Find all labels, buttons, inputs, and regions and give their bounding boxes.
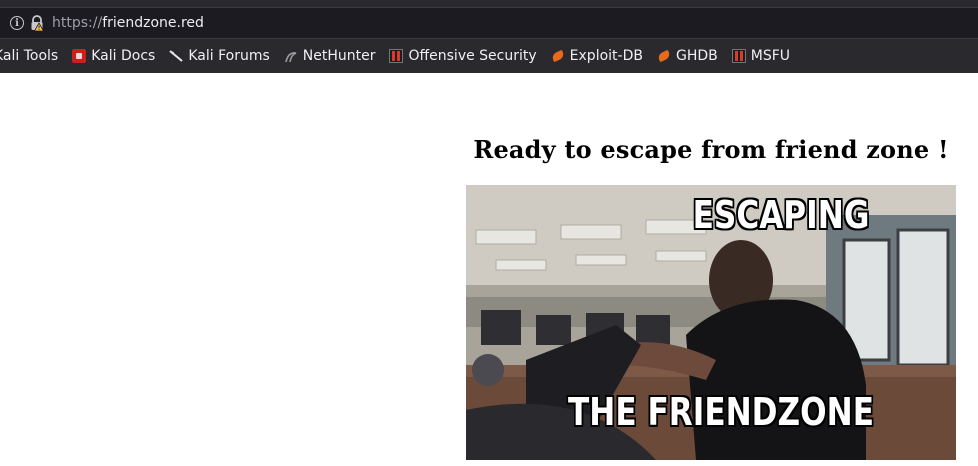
lock-warning-icon[interactable] [30,15,44,31]
exploit-db-icon [551,49,565,63]
bookmark-kali-docs[interactable]: Kali Docs [72,43,155,69]
bookmark-label: Kali Docs [91,48,156,64]
kali-forums-icon [169,49,183,63]
offsec-icon [389,49,404,63]
bookmark-label: NetHunter [302,48,376,64]
bookmark-msfu[interactable]: MSFU [731,43,790,69]
nethunter-icon [284,49,298,63]
url-scheme: https:// [52,15,103,31]
bookmark-offensive-security[interactable]: Offensive Security [389,43,537,69]
address-bar[interactable]: i https://friendzone.red [0,7,978,39]
bookmark-kali-forums[interactable]: Kali Forums [169,43,270,69]
bookmark-ghdb[interactable]: GHDB [657,43,718,69]
ghdb-icon [657,49,671,63]
meme-bottom-caption: THE FRIENDZONE [567,390,875,434]
kali-docs-icon [72,49,87,63]
bookmark-exploit-db[interactable]: Exploit-DB [551,43,643,69]
browser-chrome: i https://friendzone.red Kali Tools Kali… [0,0,978,73]
url-text[interactable]: https://friendzone.red [52,15,204,31]
bookmark-kali-tools[interactable]: Kali Tools [0,43,58,69]
meme-image: ESCAPING THE FRIENDZONE [466,185,956,460]
bookmark-label: Kali Tools [0,48,59,64]
url-host: friendzone.red [102,15,204,31]
page-headline: Ready to escape from friend zone ! [473,135,949,164]
bookmarks-toolbar: Kali Tools Kali Docs Kali Forums NetHunt… [0,43,978,69]
bookmark-label: GHDB [675,48,718,64]
bookmark-label: Kali Forums [188,48,270,64]
info-icon[interactable]: i [10,16,24,30]
bookmark-label: Exploit-DB [569,48,643,64]
bookmark-nethunter[interactable]: NetHunter [284,43,376,69]
msfu-icon [731,49,746,63]
meme-top-caption: ESCAPING [692,193,870,237]
bookmark-label: Offensive Security [408,48,537,64]
page-content: Ready to escape from friend zone ! ESCAP… [0,73,978,466]
bookmark-label: MSFU [750,48,790,64]
